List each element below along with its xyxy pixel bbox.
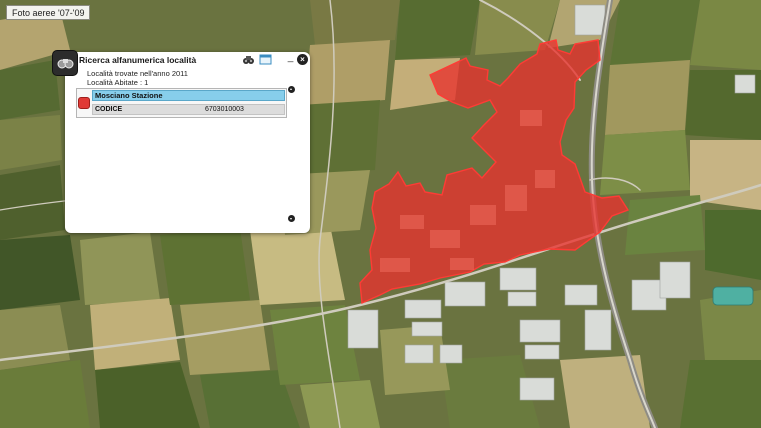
code-row: CODICE 6703010003 — [92, 104, 285, 115]
binoculars-icon[interactable] — [242, 53, 255, 66]
code-label: CODICE — [95, 106, 123, 113]
inhabited-count-text: Località Abitate : 1 — [87, 78, 149, 87]
map-viewport[interactable]: Foto aeree '07-'09 Ricerca alfanumerica … — [0, 0, 761, 428]
code-value: 6703010003 — [205, 106, 244, 113]
imagery-layer-badge[interactable]: Foto aeree '07-'09 — [6, 5, 91, 20]
result-item: Mosciano Stazione CODICE 6703010003 — [76, 88, 287, 118]
minimize-icon[interactable]: _ — [284, 53, 297, 66]
search-tool-icon — [52, 50, 78, 76]
locality-name-link[interactable]: Mosciano Stazione — [92, 90, 285, 101]
panel-title: Ricerca alfanumerica località — [79, 55, 197, 65]
locality-search-panel: Ricerca alfanumerica località _ × Locali… — [52, 50, 310, 233]
close-icon[interactable]: × — [297, 54, 308, 65]
window-icon[interactable] — [259, 53, 272, 66]
scroll-up-icon[interactable] — [288, 86, 295, 93]
water-basin — [712, 286, 754, 306]
locality-color-swatch — [78, 97, 90, 109]
scroll-down-icon[interactable] — [288, 215, 295, 222]
found-localities-text: Località trovate nell'anno 2011 — [87, 69, 188, 78]
